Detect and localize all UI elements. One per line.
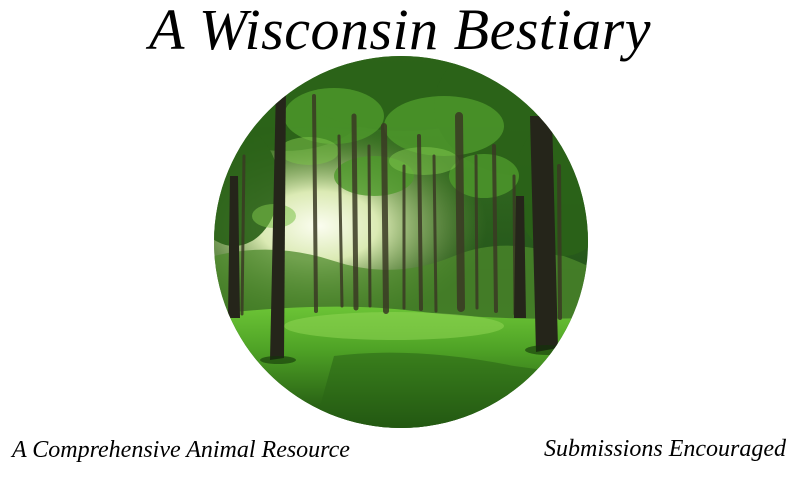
submissions-encouraged-link[interactable]: Submissions Encouraged (544, 435, 786, 463)
forest-illustration (214, 56, 588, 428)
comprehensive-animal-resource-link[interactable]: A Comprehensive Animal Resource (12, 436, 350, 464)
forest-hero-image (214, 56, 588, 428)
site-title: A Wisconsin Bestiary (149, 0, 651, 62)
